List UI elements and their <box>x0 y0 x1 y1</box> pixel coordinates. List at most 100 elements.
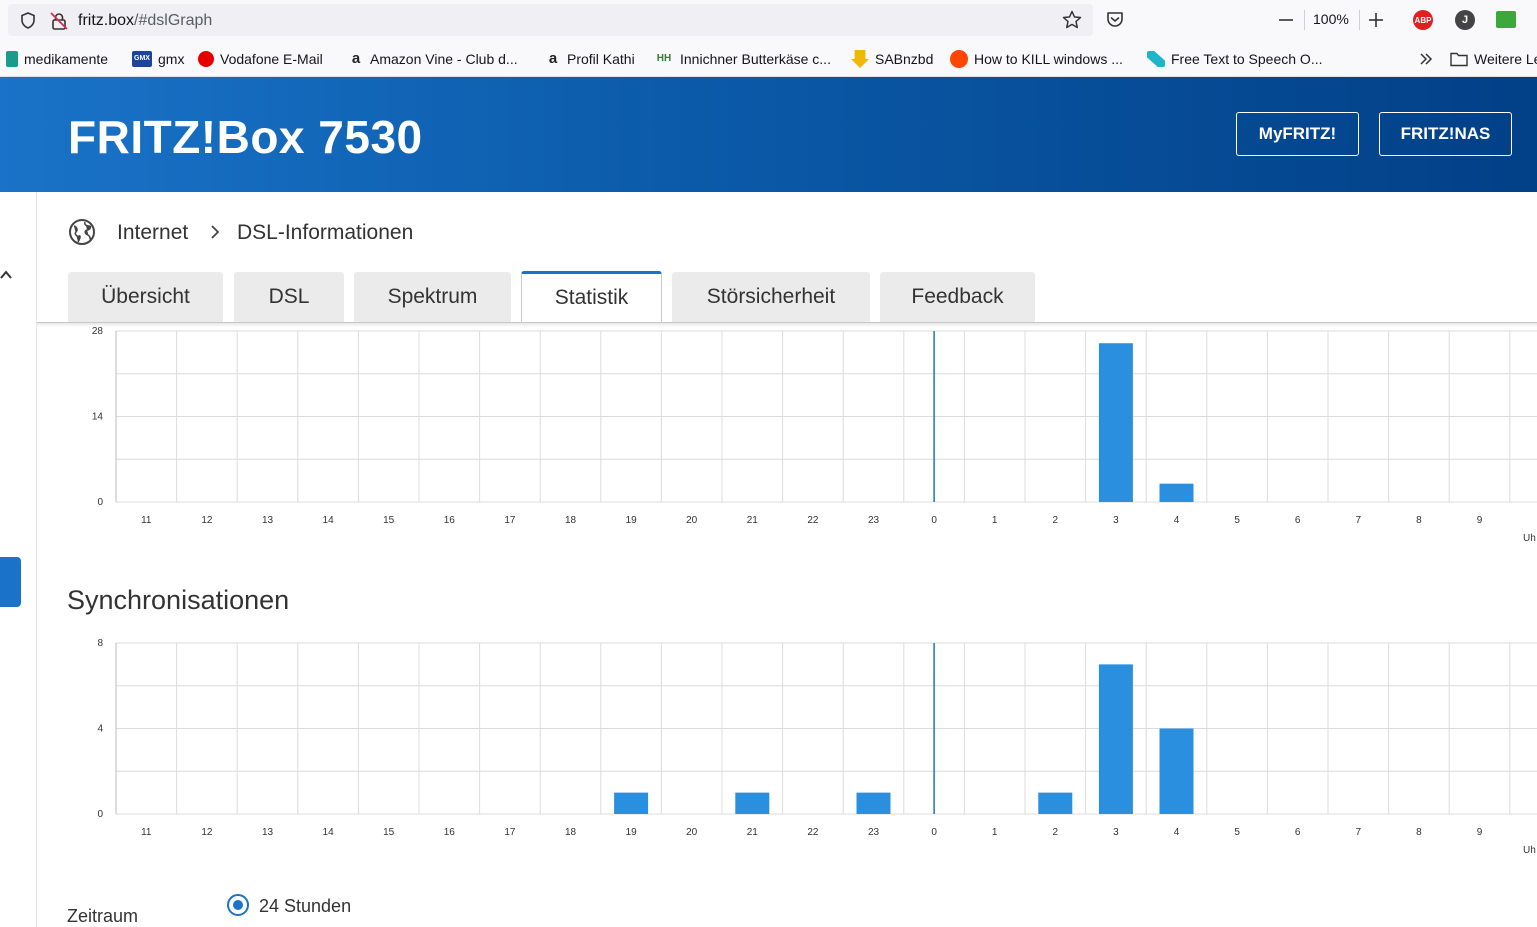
bookmark-label: medikamente <box>24 51 109 67</box>
profile-avatar-icon[interactable]: J <box>1455 10 1475 30</box>
bookmark-label: gmx <box>158 51 185 67</box>
bookmark-folder-more[interactable]: Weitere Le <box>1450 50 1537 68</box>
insecure-lock-icon[interactable] <box>50 12 68 30</box>
tab-statistik[interactable]: Statistik <box>521 271 662 322</box>
chart-bar <box>614 792 649 814</box>
x-tick-label: 2 <box>1053 515 1059 526</box>
x-tick-label: 1 <box>992 515 998 526</box>
bookmark-item[interactable]: GMX gmx <box>132 50 184 68</box>
x-unit-label: Uh <box>1523 533 1536 544</box>
zoom-out-icon[interactable] <box>1276 10 1296 30</box>
x-tick-label: 19 <box>626 515 638 526</box>
chart-bar <box>1098 343 1133 502</box>
tab-feedback[interactable]: Feedback <box>880 272 1035 322</box>
bookmark-star-icon[interactable] <box>1062 10 1082 30</box>
x-tick-label: 22 <box>807 827 819 838</box>
x-tick-label: 23 <box>868 827 880 838</box>
toolbar-divider <box>1359 10 1360 30</box>
y-tick-label: 14 <box>92 412 104 423</box>
folder-icon <box>1450 52 1468 67</box>
chart-bar <box>1098 664 1133 814</box>
chart-bar <box>1159 483 1194 502</box>
breadcrumb-internet[interactable]: Internet <box>117 221 188 245</box>
amazon-icon: a <box>548 50 558 67</box>
bookmark-item[interactable]: Vodafone E-Mail <box>198 50 323 68</box>
breadcrumb-dsl-informationen[interactable]: DSL-Informationen <box>237 221 413 245</box>
synchronisationen-chart: 0481112131415161718192021222301234567891… <box>97 638 1537 856</box>
y-tick-label: 8 <box>97 638 103 649</box>
green-extension-icon[interactable] <box>1496 11 1516 28</box>
browser-toolbar: fritz.box/#dslGraph 100% ABP J <box>0 0 1537 40</box>
tab-spektrum[interactable]: Spektrum <box>354 272 511 322</box>
x-tick-label: 22 <box>807 515 819 526</box>
tab-uebersicht[interactable]: Übersicht <box>68 272 223 322</box>
url-text[interactable]: fritz.box/#dslGraph <box>78 12 212 30</box>
bookmark-item[interactable]: HH Innichner Butterkäse c... <box>654 50 831 68</box>
bookmark-label: SABnzbd <box>875 51 934 67</box>
tab-stoersicherheit[interactable]: Störsicherheit <box>672 272 870 322</box>
sabnzbd-icon <box>851 50 869 68</box>
adblock-plus-icon[interactable]: ABP <box>1413 10 1433 30</box>
bookmark-item[interactable]: medikamente <box>6 50 108 68</box>
x-tick-label: 14 <box>323 827 335 838</box>
zoom-level[interactable]: 100% <box>1313 11 1349 27</box>
bookmark-label: Free Text to Speech O... <box>1171 51 1323 67</box>
tab-dsl[interactable]: DSL <box>234 272 344 322</box>
bookmark-item[interactable]: How to KILL windows ... <box>950 50 1123 68</box>
x-tick-label: 1 <box>992 827 998 838</box>
toolbar-divider <box>1304 10 1305 30</box>
chart-bar <box>735 792 770 814</box>
address-bar[interactable]: fritz.box/#dslGraph <box>8 4 1093 36</box>
chevron-up-icon[interactable] <box>0 268 14 282</box>
y-tick-label: 4 <box>97 724 103 735</box>
tts-icon <box>1147 51 1165 67</box>
x-tick-label: 18 <box>565 515 577 526</box>
x-tick-label: 17 <box>504 827 516 838</box>
y-tick-label: 0 <box>97 809 103 820</box>
bookmark-item[interactable]: a Amazon Vine - Club d... <box>348 50 518 68</box>
url-path: /#dslGraph <box>134 12 213 29</box>
chevron-double-right-icon[interactable] <box>1418 51 1434 67</box>
tab-bar: Übersicht DSL Spektrum Statistik Störsic… <box>37 271 1537 323</box>
zoom-in-icon[interactable] <box>1366 10 1386 30</box>
bookmark-item[interactable]: SABnzbd <box>851 50 933 68</box>
shield-icon[interactable] <box>20 12 36 29</box>
fritznas-button[interactable]: FRITZ!NAS <box>1379 112 1512 156</box>
x-tick-label: 0 <box>931 515 937 526</box>
fritzbox-header: FRITZ!Box 7530 MyFRITZ! FRITZ!NAS <box>0 77 1537 192</box>
x-tick-label: 6 <box>1295 515 1301 526</box>
bookmark-item[interactable]: Free Text to Speech O... <box>1147 50 1322 68</box>
x-tick-label: 7 <box>1356 515 1362 526</box>
bookmark-item[interactable]: a Profil Kathi <box>545 50 635 68</box>
chart-grid <box>115 330 1537 503</box>
x-tick-label: 16 <box>444 515 456 526</box>
bookmarks-bar: medikamente GMX gmx Vodafone E-Mail a Amaz… <box>0 40 1537 77</box>
x-tick-label: 21 <box>747 515 759 526</box>
page-title: FRITZ!Box 7530 <box>68 111 423 163</box>
vodafone-icon <box>198 51 214 67</box>
x-tick-label: 23 <box>868 515 880 526</box>
radio-24-stunden-label[interactable]: 24 Stunden <box>259 896 351 917</box>
x-tick-label: 6 <box>1295 827 1301 838</box>
x-tick-label: 9 <box>1477 515 1483 526</box>
x-tick-label: 4 <box>1174 827 1180 838</box>
x-tick-label: 11 <box>141 515 152 526</box>
menu-toggle-tab[interactable] <box>0 557 21 607</box>
x-tick-label: 3 <box>1113 515 1119 526</box>
x-tick-label: 9 <box>1477 827 1483 838</box>
gmx-icon: GMX <box>132 51 152 67</box>
x-tick-label: 8 <box>1416 827 1422 838</box>
plant-icon <box>6 51 18 67</box>
y-tick-label: 28 <box>92 326 104 337</box>
x-tick-label: 12 <box>201 827 213 838</box>
x-tick-label: 3 <box>1113 827 1119 838</box>
x-tick-label: 0 <box>931 827 937 838</box>
x-tick-label: 15 <box>383 515 395 526</box>
x-tick-label: 20 <box>686 827 698 838</box>
url-host: fritz.box <box>78 12 135 29</box>
pocket-icon[interactable] <box>1105 10 1125 30</box>
x-tick-label: 11 <box>141 827 152 838</box>
bookmark-label: Profil Kathi <box>567 51 635 67</box>
myfritz-button[interactable]: MyFRITZ! <box>1236 112 1359 156</box>
radio-24-stunden[interactable] <box>227 894 249 916</box>
